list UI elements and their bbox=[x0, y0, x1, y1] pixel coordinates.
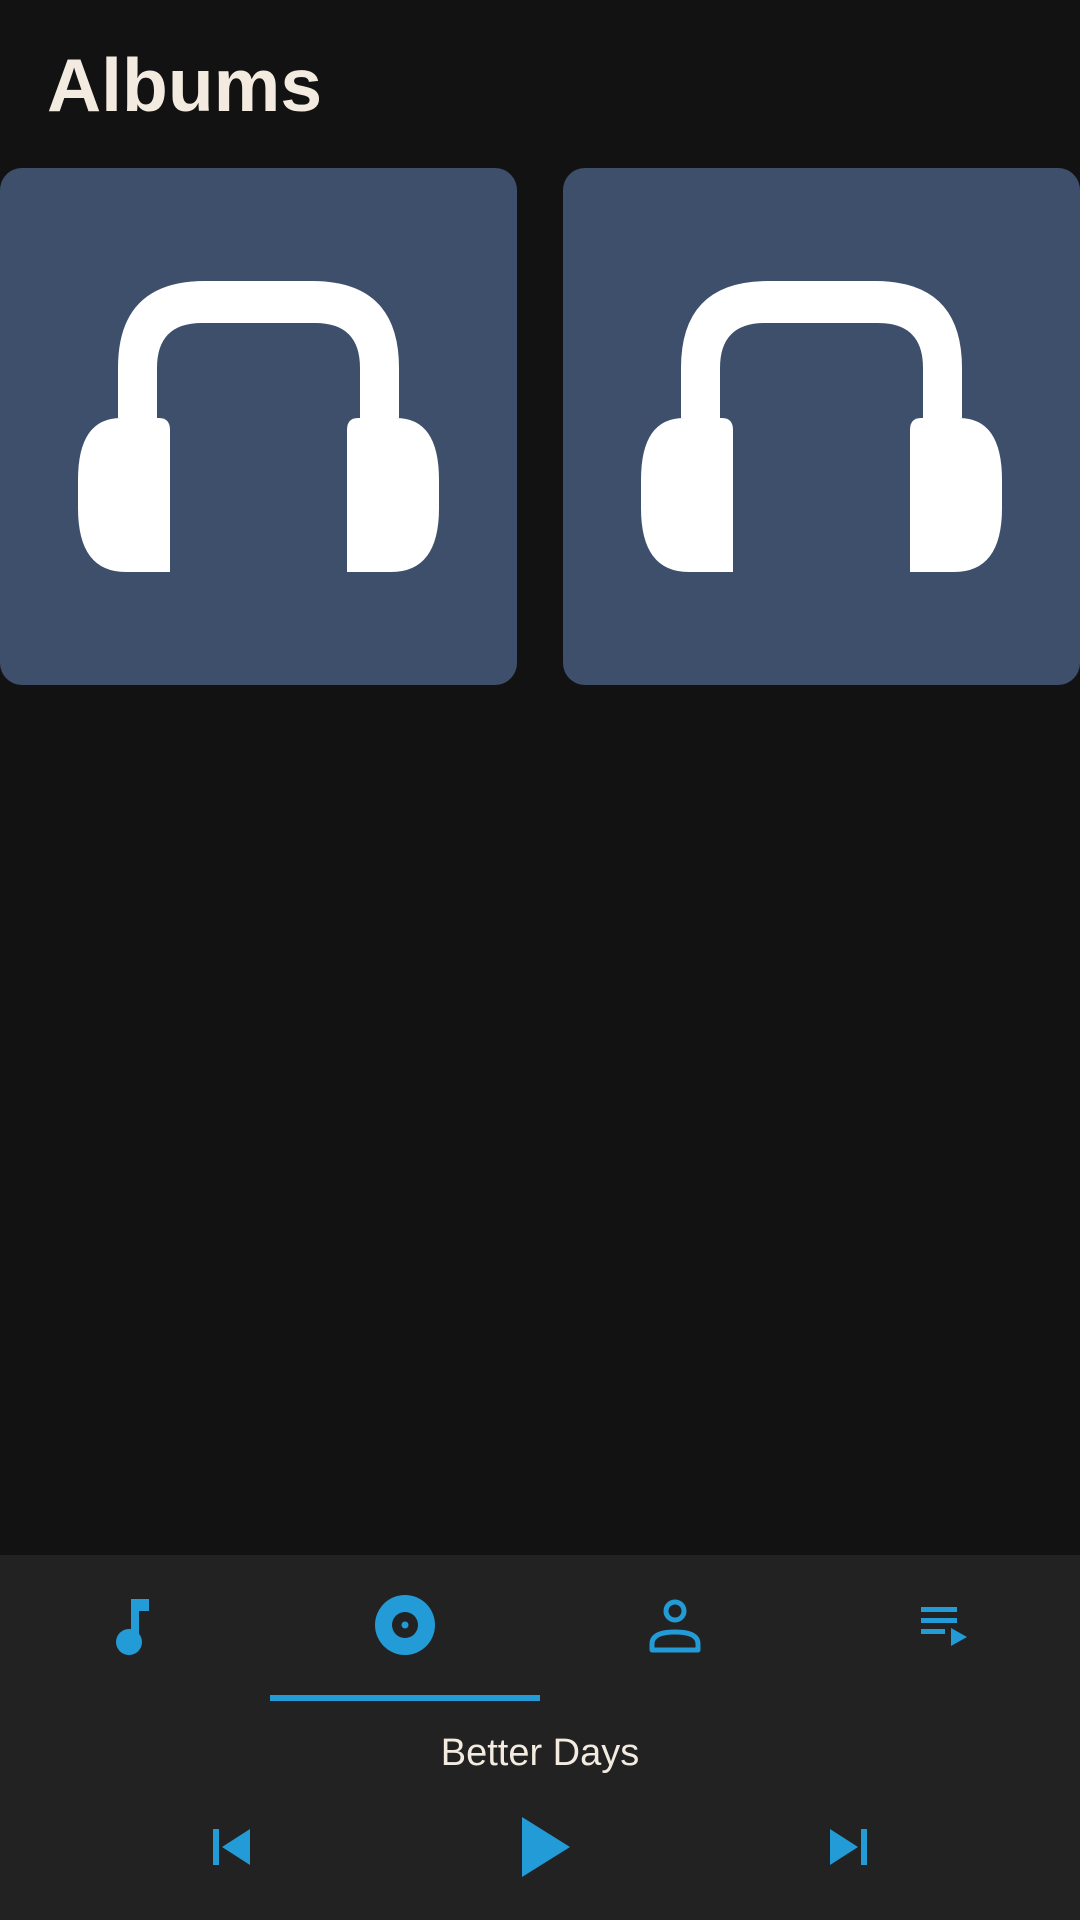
skip-previous-icon[interactable] bbox=[210, 1825, 252, 1867]
selected-tab-indicator bbox=[270, 1695, 540, 1701]
now-playing-title[interactable]: Better Days bbox=[0, 1725, 1080, 1781]
tab-artists[interactable] bbox=[540, 1555, 810, 1705]
playlist-play-icon bbox=[921, 1607, 967, 1646]
page-title: Albums bbox=[47, 43, 323, 127]
person-icon bbox=[649, 1599, 701, 1653]
skip-next-icon[interactable] bbox=[828, 1825, 870, 1867]
tab-albums[interactable] bbox=[270, 1555, 540, 1705]
play-icon[interactable] bbox=[520, 1815, 572, 1879]
tab-songs[interactable] bbox=[0, 1555, 270, 1705]
music-note-icon bbox=[116, 1599, 149, 1655]
album-card[interactable] bbox=[563, 168, 1080, 685]
headphones-icon bbox=[641, 281, 1002, 572]
albums-screen: Albums Better Days bbox=[0, 0, 1080, 1920]
album-card[interactable] bbox=[0, 168, 517, 685]
headphones-icon bbox=[78, 281, 439, 572]
album-disc-icon bbox=[375, 1595, 435, 1655]
tab-playlists[interactable] bbox=[810, 1555, 1080, 1705]
